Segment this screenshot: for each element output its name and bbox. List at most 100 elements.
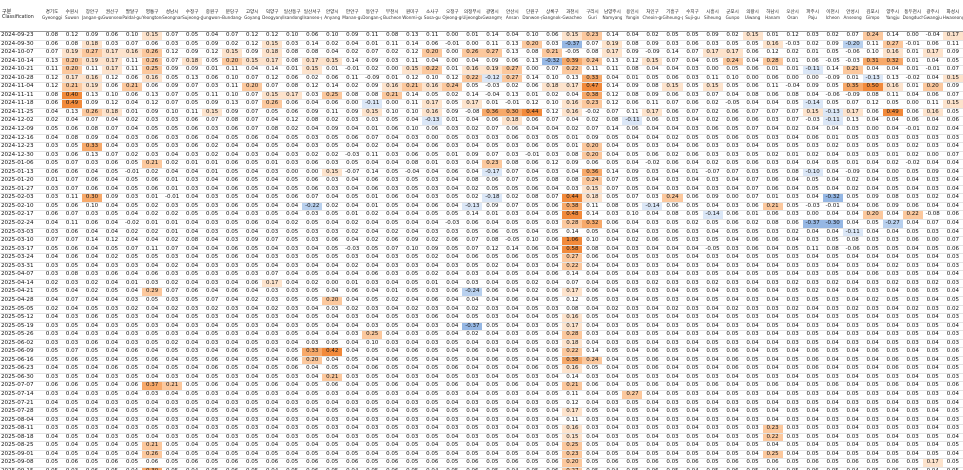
table-cell: 0.03	[182, 322, 203, 332]
table-cell: 0.04	[882, 416, 903, 426]
table-cell: 0.04	[782, 450, 803, 460]
table-cell: 0.04	[382, 433, 403, 443]
table-cell: 0.03	[262, 313, 283, 323]
table-cell: 0.07	[242, 74, 263, 84]
table-cell: 0.08	[602, 116, 623, 126]
table-cell: 0.04	[462, 296, 483, 306]
table-cell: 0.09	[362, 57, 383, 67]
table-cell: 0.03	[902, 193, 923, 203]
table-cell: 0.03	[502, 390, 523, 400]
table-cell: 0.06	[762, 210, 783, 221]
table-cell: 0.03	[742, 305, 763, 315]
table-cell: 0.01	[362, 193, 383, 203]
table-cell: 0.03	[162, 424, 183, 434]
table-cell: 0.02	[142, 202, 163, 212]
table-cell: 0.04	[802, 407, 823, 417]
table-cell: 0.06	[82, 313, 103, 323]
table-cell: 0.00	[702, 65, 723, 75]
table-cell: 0.05	[362, 441, 383, 451]
table-cell: 0.04	[342, 322, 363, 332]
table-cell: 0.05	[442, 458, 463, 468]
table-cell: 0.04	[882, 433, 903, 443]
table-cell: 0.03	[502, 330, 523, 340]
table-cell: 0.09	[182, 65, 203, 75]
table-cell: 0.04	[322, 450, 343, 460]
table-cell: 0.05	[802, 339, 823, 349]
table-cell: 0.27	[82, 48, 103, 58]
table-row: 2024-12-09 0.05 0.06 0.08 0.07 0.04 0.05 0.05 0.…	[0, 125, 963, 135]
table-cell: 0.05	[162, 74, 183, 84]
table-cell: -0.08	[922, 210, 943, 221]
table-cell: -0.03	[442, 219, 463, 229]
table-cell: 0.03	[362, 416, 383, 426]
table-cell: 0.05	[582, 458, 603, 468]
table-cell: 0.05	[682, 373, 703, 383]
table-cell: 0.05	[762, 168, 783, 178]
table-cell: 0.05	[722, 65, 743, 75]
table-cell: 0.04	[882, 305, 903, 315]
table-cell: 0.08	[62, 270, 83, 280]
table-cell: 0.05	[422, 390, 443, 400]
table-cell: 0.00	[522, 65, 543, 75]
table-cell: 0.02	[542, 91, 563, 101]
table-cell: 0.03	[402, 262, 423, 272]
table-cell: 0.13	[842, 116, 863, 126]
header-region-en: Gwonseon-gu	[102, 14, 122, 20]
table-cell: 0.02	[922, 193, 943, 203]
header-region-en: Suji-gu	[685, 14, 700, 20]
table-cell: 0.14	[482, 31, 503, 41]
table-cell: 0.03	[482, 313, 503, 323]
table-cell: 0.03	[42, 424, 63, 434]
table-cell: 0.13	[522, 57, 543, 67]
table-cell: 0.14	[402, 40, 423, 50]
table-cell: 0.20	[862, 210, 883, 221]
table-cell: 0.05	[822, 347, 843, 357]
table-cell: 0.02	[422, 253, 443, 263]
table-cell: 0.03	[322, 424, 343, 434]
table-cell: 0.03	[262, 253, 283, 263]
table-cell: 0.05	[842, 134, 863, 144]
header-region-en: Sujeong-gu	[182, 14, 202, 20]
table-cell: 0.04	[362, 356, 383, 366]
table-cell: 0.03	[42, 390, 63, 400]
table-cell: 0.03	[782, 253, 803, 263]
table-cell: 0.11	[362, 31, 383, 41]
table-cell: 0.09	[882, 202, 903, 212]
table-cell: 0.04	[162, 313, 183, 323]
table-cell: 0.03	[462, 373, 483, 383]
table-cell: 0.04	[222, 339, 243, 349]
table-cell: 0.15	[262, 91, 283, 101]
table-cell: 0.04	[462, 390, 483, 400]
table-cell: 0.05	[362, 373, 383, 383]
table-cell: 0.03	[62, 313, 83, 323]
table-cell: 0.06	[582, 381, 603, 391]
table-cell: 0.02	[782, 228, 803, 238]
row-date: 2025-03-24	[0, 253, 42, 263]
table-cell: 0.05	[302, 313, 323, 323]
table-cell: 0.04	[402, 296, 423, 306]
table-cell: 0.04	[902, 381, 923, 391]
table-cell: 0.07	[42, 48, 63, 58]
table-cell: 0.07	[782, 108, 803, 118]
table-cell: 0.07	[262, 236, 283, 246]
table-cell: 0.04	[342, 381, 363, 391]
table-cell: 0.04	[342, 270, 363, 280]
table-cell: 0.17	[102, 48, 123, 58]
table-cell: 0.04	[582, 390, 603, 400]
table-cell: 0.02	[882, 159, 903, 169]
row-date: 2025-06-16	[0, 356, 42, 366]
header-region: 수원시 Suwon	[62, 0, 83, 32]
table-cell: 0.04	[362, 228, 383, 238]
table-cell: 0.06	[802, 347, 823, 357]
table-cell: 0.03	[642, 270, 663, 280]
table-cell: 0.03	[582, 373, 603, 383]
table-cell: 0.00	[902, 31, 923, 41]
table-cell: 0.00	[442, 48, 463, 58]
table-cell: 0.04	[782, 134, 803, 144]
header-row: 구분 Classification 경기도Gyeonggi-do수원시Suwon…	[0, 0, 963, 32]
table-cell: 0.01	[422, 279, 443, 289]
table-cell: 0.03	[162, 116, 183, 126]
table-cell: 0.03	[162, 433, 183, 443]
table-cell: 0.13	[402, 31, 423, 41]
table-cell: 0.04	[482, 330, 503, 340]
